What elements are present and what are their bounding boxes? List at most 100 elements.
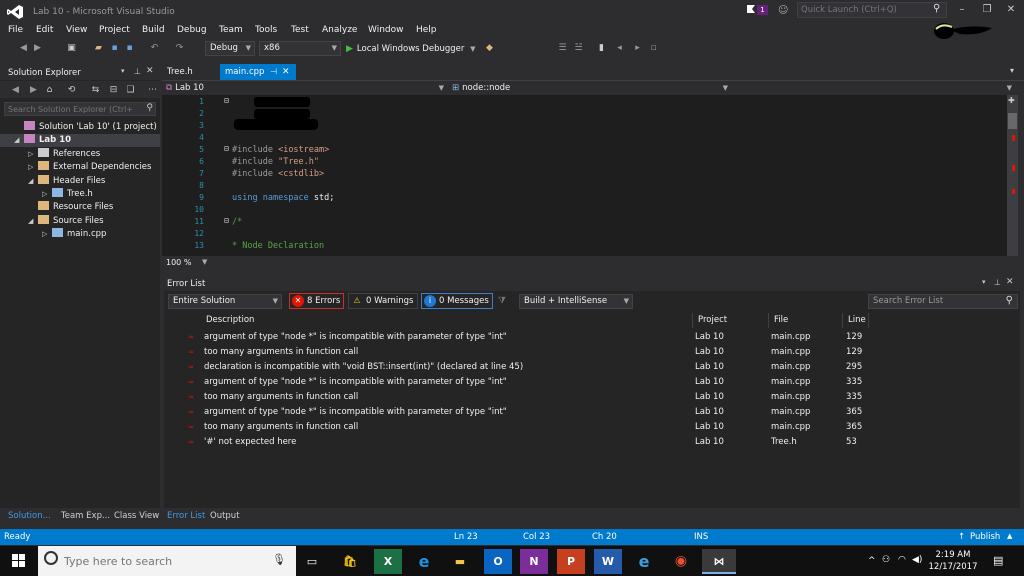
pin-tab-icon[interactable]: ⊣	[270, 64, 277, 80]
tree-item[interactable]: ◢ Header Files	[0, 174, 160, 188]
undo-icon[interactable]: ↶	[149, 43, 160, 54]
panel-options-icon[interactable]: ▾	[982, 278, 986, 286]
publish-button[interactable]: Publish	[970, 532, 1000, 542]
column-line[interactable]: Line	[843, 313, 869, 328]
menu-edit[interactable]: Edit	[36, 25, 53, 35]
browse-icon[interactable]: ◆	[484, 43, 495, 54]
menu-window[interactable]: Window	[368, 25, 404, 35]
restore-icon[interactable]: ❐	[978, 4, 996, 18]
scope-select[interactable]: Entire Solution ▼	[168, 294, 282, 309]
clear-bookmarks-icon[interactable]: ▫	[648, 43, 659, 54]
back-icon[interactable]: ◀	[18, 43, 29, 54]
error-row[interactable]: ≈ '#' not expected here Lab 10 Tree.h 53	[164, 435, 1020, 450]
visual-studio-taskbar-icon[interactable]: ⋈	[702, 549, 736, 574]
redo-icon[interactable]: ↷	[174, 43, 185, 54]
code-line[interactable]: /*	[232, 217, 242, 227]
tab-class-view[interactable]: Class View	[114, 511, 159, 521]
properties-icon[interactable]: ⋯	[147, 85, 158, 96]
taskbar-clock[interactable]: 2:19 AM 12/17/2017	[928, 549, 978, 573]
volume-icon[interactable]: ◀)	[912, 555, 922, 565]
column-description[interactable]: Description	[201, 313, 693, 328]
error-row[interactable]: ≈ argument of type "node *" is incompatib…	[164, 375, 1020, 390]
next-bookmark-icon[interactable]: ▸	[632, 43, 643, 54]
forward-icon[interactable]: ▶	[28, 85, 39, 96]
zoom-level[interactable]: 100 %	[166, 258, 191, 267]
file-explorer-icon[interactable]: ▬	[446, 549, 474, 574]
scrollbar-thumb[interactable]	[1008, 113, 1017, 129]
error-row[interactable]: ≈ too many arguments in function call Lab …	[164, 345, 1020, 360]
project-scope-select[interactable]: ⧉ Lab 10 ▼	[166, 82, 448, 95]
arrow-up-icon[interactable]: ↑	[958, 532, 965, 542]
tree-item[interactable]: ◢ Source Files	[0, 214, 160, 228]
menu-team[interactable]: Team	[219, 25, 243, 35]
collapse-icon[interactable]: ⊟	[224, 144, 229, 153]
tab-tree-h[interactable]: Tree.h	[162, 64, 218, 80]
comment-icon[interactable]: ☰	[557, 43, 568, 54]
function-scope-select[interactable]: ▼	[736, 82, 1016, 95]
code-line[interactable]: using namespace std;	[232, 193, 334, 203]
tab-error-list[interactable]: Error List	[167, 511, 205, 521]
editor-vertical-scrollbar[interactable]	[1007, 95, 1018, 256]
code-line[interactable]: #include "Tree.h"	[232, 157, 319, 167]
build-filter-select[interactable]: Build + IntelliSense ▼	[519, 294, 633, 309]
split-icon[interactable]: ✚	[1008, 96, 1015, 105]
tree-item[interactable]: ▷ References	[0, 147, 160, 161]
expand-toggle-icon[interactable]: ◢	[28, 175, 38, 188]
uncomment-icon[interactable]: ☱	[573, 43, 584, 54]
new-project-icon[interactable]: ▣	[66, 43, 77, 54]
home-icon[interactable]: ⌂	[44, 85, 55, 96]
menu-build[interactable]: Build	[142, 25, 165, 35]
tree-item[interactable]: ▷ External Dependencies	[0, 161, 160, 174]
word-icon[interactable]: W	[594, 549, 622, 574]
quick-launch-input[interactable]	[798, 3, 926, 17]
solution-search-input[interactable]	[5, 103, 133, 115]
internet-explorer-icon[interactable]: e	[630, 549, 658, 574]
wifi-icon[interactable]: ◠	[898, 555, 906, 565]
tree-item[interactable]: Resource Files	[0, 201, 160, 214]
pin-icon[interactable]: ⊥	[134, 67, 141, 76]
outlook-icon[interactable]: O	[484, 549, 512, 574]
tree-item[interactable]: Solution 'Lab 10' (1 project)	[0, 121, 160, 134]
errors-filter-button[interactable]: ✕ 8 Errors	[289, 293, 345, 309]
menu-analyze[interactable]: Analyze	[322, 25, 357, 35]
expand-toggle-icon[interactable]: ▷	[42, 228, 52, 241]
forward-icon[interactable]: ▶	[32, 43, 43, 54]
taskbar-search-box[interactable]: 🎙	[38, 546, 296, 576]
filter-icon[interactable]: ⧩	[498, 296, 506, 306]
error-search-box[interactable]: Search Error List ⚲	[868, 294, 1018, 309]
notification-badge[interactable]: 1	[757, 5, 768, 15]
collapse-icon[interactable]: ⊟	[224, 96, 229, 105]
messages-filter-button[interactable]: i0 Messages	[421, 293, 493, 309]
minimize-icon[interactable]: –	[953, 4, 971, 18]
onenote-icon[interactable]: N	[520, 549, 548, 574]
code-line[interactable]: * Node Declaration	[232, 241, 324, 251]
refresh-icon[interactable]: ⇆	[90, 85, 101, 96]
edge-icon[interactable]: e	[410, 549, 438, 574]
tab-output[interactable]: Output	[210, 511, 240, 521]
tree-item[interactable]: ▷ main.cpp	[0, 228, 160, 241]
solution-search-box[interactable]: ⚲	[4, 102, 156, 116]
tray-chevron-up-icon[interactable]: ^	[868, 556, 876, 566]
warnings-filter-button[interactable]: ⚠ 0 Warnings	[348, 293, 418, 309]
prev-bookmark-icon[interactable]: ◂	[614, 43, 625, 54]
excel-icon[interactable]: X	[374, 549, 402, 574]
tab-main-cpp[interactable]: main.cpp ⊣ ✕	[220, 64, 296, 80]
close-icon[interactable]: ✕	[1006, 277, 1014, 287]
collapse-all-icon[interactable]: ⊟	[108, 85, 119, 96]
windows-start-icon[interactable]	[0, 546, 38, 576]
member-scope-select[interactable]: ⊞ node::node ▼	[452, 82, 732, 95]
error-row[interactable]: ≈ argument of type "node *" is incompatib…	[164, 405, 1020, 420]
taskbar-search-input[interactable]	[64, 554, 264, 568]
task-view-icon[interactable]: ▭	[298, 549, 326, 574]
open-folder-icon[interactable]: ▰	[93, 43, 104, 54]
menu-view[interactable]: View	[66, 25, 87, 35]
back-icon[interactable]: ◀	[10, 85, 21, 96]
pin-icon[interactable]: ⊥	[994, 278, 1001, 287]
code-line[interactable]: #include <iostream>	[232, 145, 329, 155]
expand-toggle-icon[interactable]: ▷	[28, 161, 38, 174]
tab-team-explorer[interactable]: Team Exp...	[61, 511, 110, 521]
show-all-files-icon[interactable]: ❏	[125, 85, 136, 96]
error-row[interactable]: ≈ too many arguments in function call Lab …	[164, 420, 1020, 435]
expand-toggle-icon[interactable]: ◢	[28, 215, 38, 228]
microphone-icon[interactable]: 🎙	[272, 553, 286, 566]
